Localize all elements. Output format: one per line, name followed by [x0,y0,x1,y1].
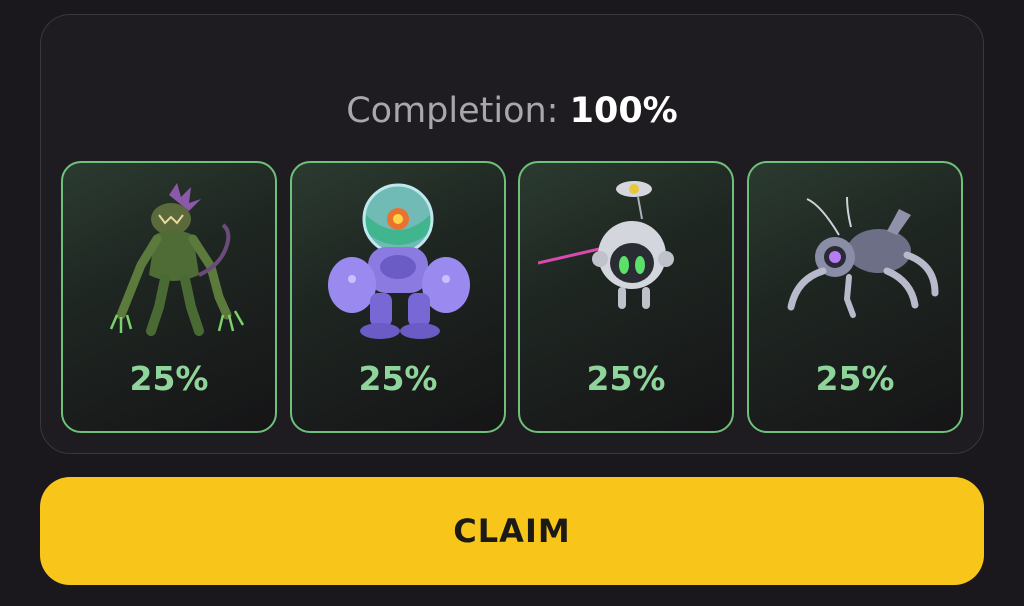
astronaut-robot-icon [328,183,470,339]
claim-button[interactable]: CLAIM [40,477,984,585]
spider-bot-icon [787,196,939,318]
reward-card-2: 25% [290,161,506,433]
alien-mutant-icon [109,183,245,336]
completion-title: Completion: 100% [41,91,983,131]
reward-card-1: 25% [61,161,277,433]
completion-label: Completion: [346,91,559,131]
card-percent: 25% [586,359,666,398]
card-percent: 25% [129,359,209,398]
reward-card-3: 25% [518,161,734,433]
reward-card-4: 25% [747,161,963,433]
card-percent: 25% [358,359,438,398]
completion-value: 100% [569,91,678,131]
card-percent: 25% [815,359,895,398]
orb-drone-icon [538,181,674,309]
